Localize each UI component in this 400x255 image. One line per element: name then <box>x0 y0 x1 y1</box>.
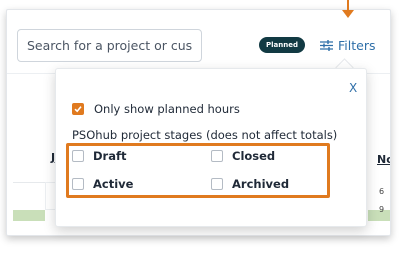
stage-option-draft[interactable]: Draft <box>72 149 126 163</box>
stage-label: Closed <box>232 149 276 163</box>
stage-option-closed[interactable]: Closed <box>211 149 275 163</box>
stage-label: Draft <box>93 149 127 163</box>
stage-checkbox[interactable] <box>72 150 84 162</box>
planned-badge[interactable]: Planned <box>259 37 305 53</box>
search-input[interactable] <box>17 29 202 62</box>
table-cell-value: 9 <box>379 205 385 214</box>
filter-popup: X Only show planned hours PSOhub project… <box>55 68 367 227</box>
table-cell-planned <box>13 210 45 221</box>
annotation-arrow-head <box>342 10 354 18</box>
table-cell-value: 6 <box>379 187 385 196</box>
checkmark-icon <box>74 106 82 113</box>
stage-option-archived[interactable]: Archived <box>211 177 289 191</box>
close-button[interactable]: X <box>349 81 357 95</box>
stages-title: PSOhub project stages (does not affect t… <box>72 128 338 142</box>
stage-option-active[interactable]: Active <box>72 177 133 191</box>
filters-label: Filters <box>338 37 376 53</box>
filters-button[interactable]: Filters <box>320 36 375 54</box>
table-column-header[interactable]: No <box>377 153 390 166</box>
stage-label: Archived <box>232 177 290 191</box>
stage-checkbox[interactable] <box>72 178 84 190</box>
stage-label: Active <box>93 177 134 191</box>
filter-sliders-icon <box>320 39 333 51</box>
stage-checkbox[interactable] <box>211 178 223 190</box>
only-planned-checkbox[interactable] <box>72 103 84 115</box>
stage-checkbox[interactable] <box>211 150 223 162</box>
only-planned-label: Only show planned hours <box>94 102 240 116</box>
only-planned-option[interactable]: Only show planned hours <box>72 102 240 116</box>
